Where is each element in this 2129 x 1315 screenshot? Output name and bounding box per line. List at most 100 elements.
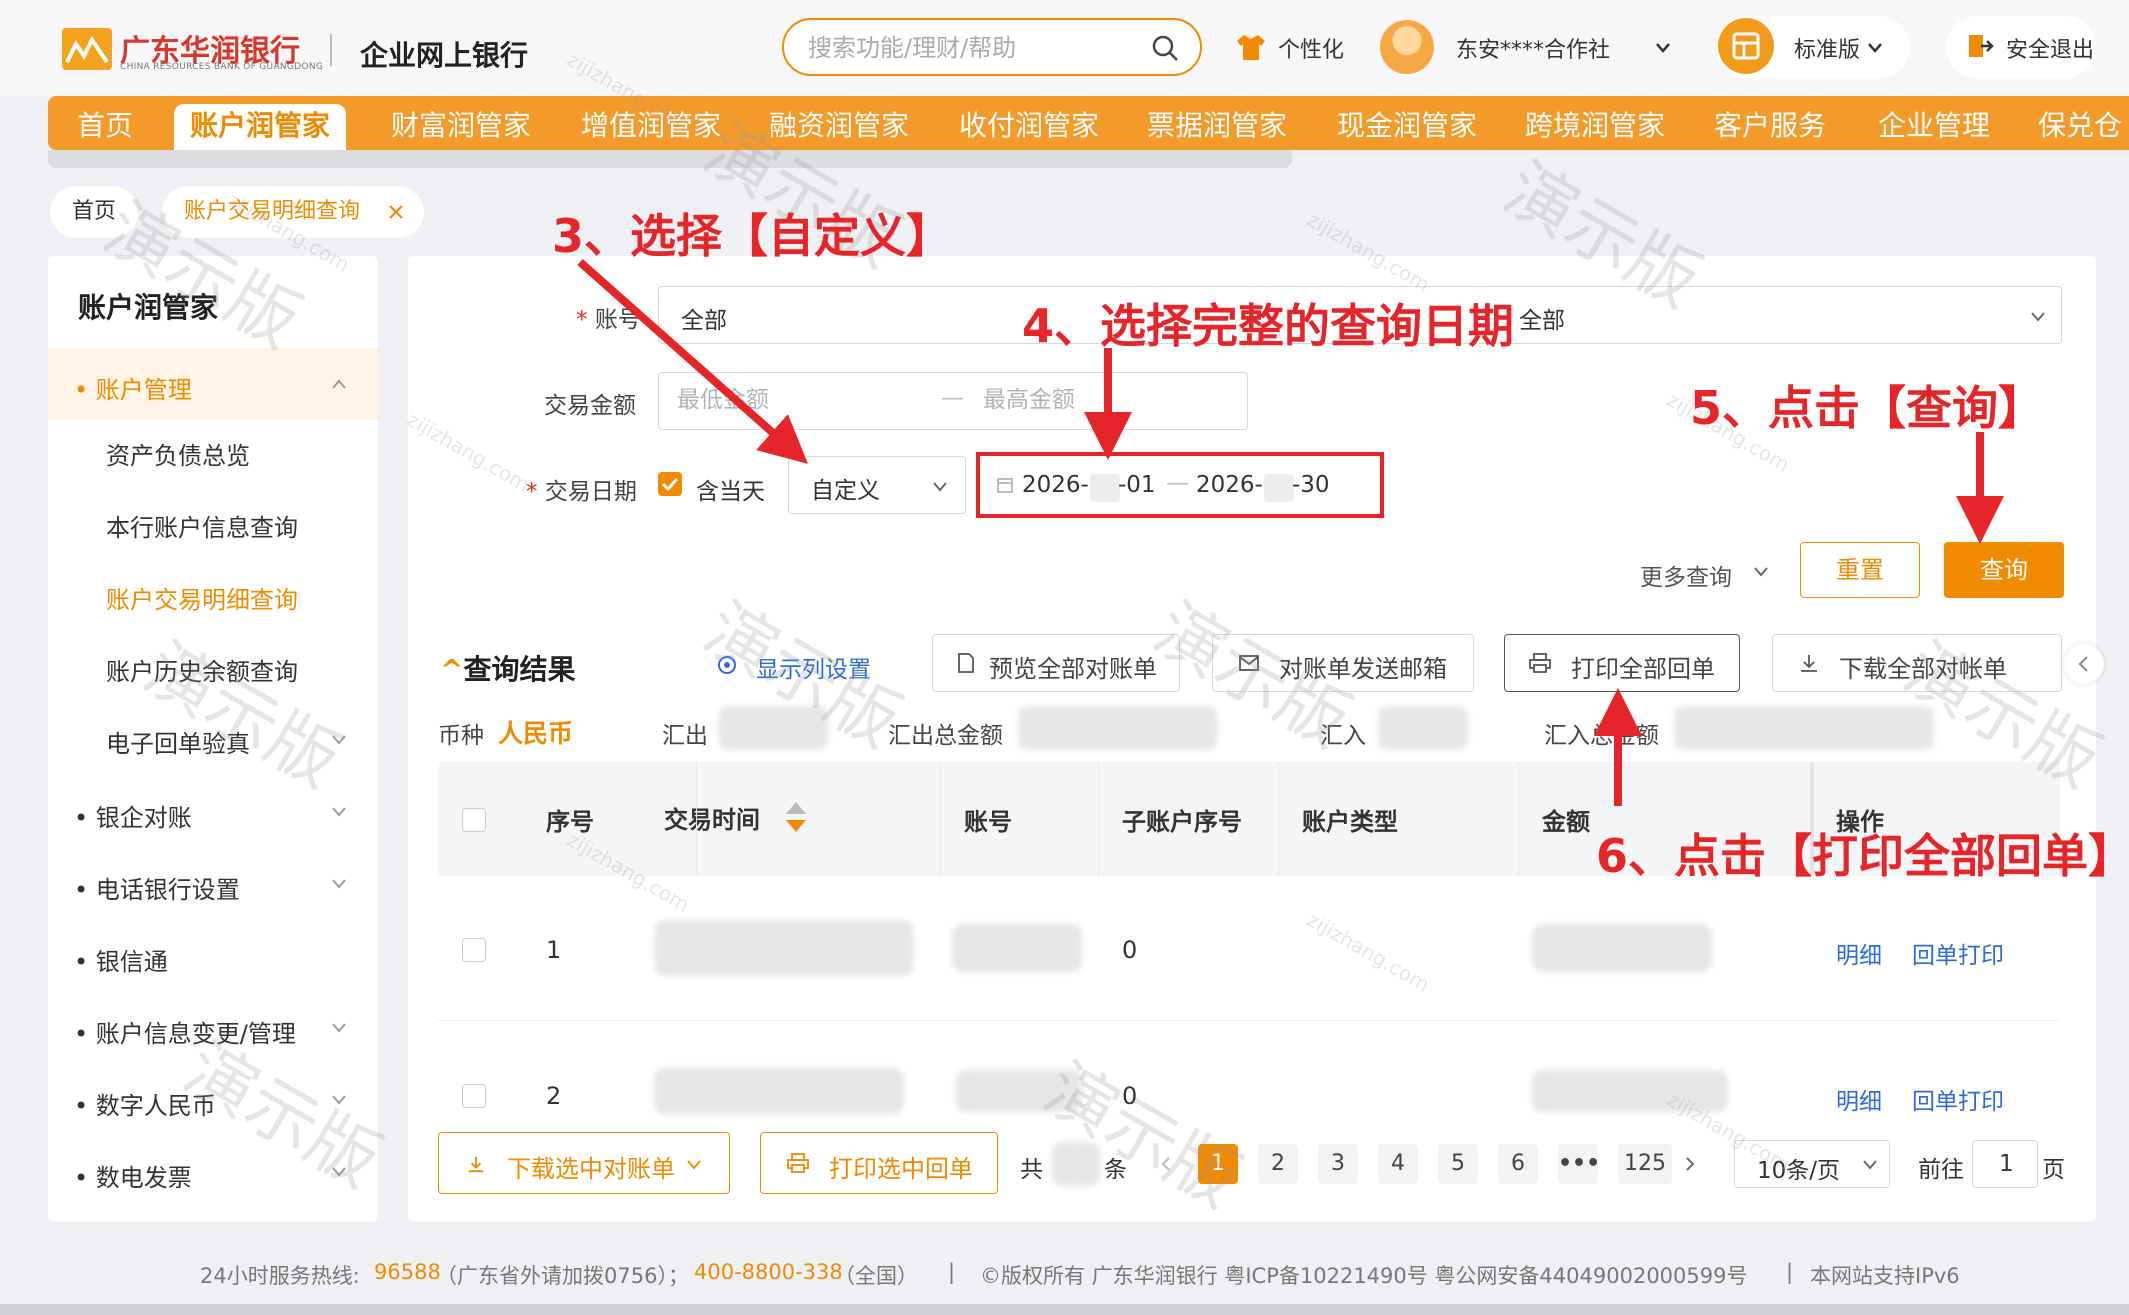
row-checkbox[interactable] <box>462 1084 486 1108</box>
footer-separator: | <box>948 1260 956 1284</box>
date-label: * 交易日期 <box>526 479 637 505</box>
top-header: 广东华润银行 CHINA RESOURCES BANK OF GUANGDONG… <box>0 0 2129 96</box>
page-5[interactable]: 5 <box>1438 1144 1478 1184</box>
col-account: 账号 <box>964 808 1012 836</box>
download-icon <box>468 1156 484 1173</box>
sidebar-item-account-info[interactable]: 本行账户信息查询 <box>106 508 298 543</box>
sidebar-item-asset-overview[interactable]: 资产负债总览 <box>106 436 250 471</box>
more-query-toggle[interactable]: 更多查询 <box>1640 558 1732 592</box>
account-select-value: 全部 <box>681 308 727 334</box>
goto-suffix: 页 <box>2042 1157 2065 1183</box>
chevron-down-icon[interactable] <box>1866 42 1884 54</box>
sidebar-group-phone-banking[interactable]: • 电话银行设置 <box>74 870 240 905</box>
col-divider <box>696 762 697 876</box>
personalize-link[interactable]: 个性化 <box>1278 32 1344 64</box>
chevron-down-icon[interactable] <box>1752 566 1770 578</box>
nav-guarantee[interactable]: 保兑仓 <box>2038 104 2129 150</box>
main-nav: 首页 账户润管家 财富润管家 增值润管家 融资润管家 收付润管家 票据润管家 现… <box>48 96 2129 150</box>
row-print-receipt-link[interactable]: 回单打印 <box>1912 1082 2004 1116</box>
close-icon[interactable] <box>388 204 404 220</box>
annotation-step-4: 4、选择完整的查询日期 <box>1022 299 1515 353</box>
footer-separator: | <box>1786 1260 1794 1284</box>
account-type-value: 全部 <box>1519 308 1565 334</box>
sort-icon[interactable] <box>784 800 808 834</box>
print-selected-button[interactable]: 打印选中回单 <box>760 1132 998 1194</box>
include-today-checkbox[interactable] <box>658 472 682 496</box>
logout-label[interactable]: 安全退出 <box>2006 32 2094 64</box>
download-selected-button[interactable]: 下载选中对账单 <box>438 1132 730 1194</box>
shirt-icon[interactable] <box>1236 32 1266 62</box>
chevron-down-icon[interactable] <box>330 806 348 818</box>
sidebar-group-bank-reconciliation[interactable]: • 银企对账 <box>74 798 192 833</box>
goto-page-input[interactable]: 1 <box>1972 1140 2038 1188</box>
col-account-type: 账户类型 <box>1302 808 1398 836</box>
col-divider <box>1518 762 1519 876</box>
max-amount-input[interactable] <box>983 387 1223 413</box>
sidebar-group-label[interactable]: • 账户管理 <box>74 370 192 405</box>
hotline-1[interactable]: 96588 <box>374 1260 441 1284</box>
logout-icon[interactable] <box>1966 32 1994 60</box>
chevron-up-icon[interactable] <box>330 378 348 390</box>
nav-wealth[interactable]: 财富润管家 <box>386 104 536 150</box>
nav-scrollbar[interactable] <box>48 150 1292 168</box>
sidebar-item-transaction-detail[interactable]: 账户交易明细查询 <box>106 580 298 615</box>
hotline-1-note: （广东省外请加拨0756）； <box>436 1264 689 1288</box>
page-4[interactable]: 4 <box>1378 1144 1418 1184</box>
select-all-checkbox[interactable] <box>462 808 486 832</box>
chevron-down-icon[interactable] <box>330 1022 348 1034</box>
annotation-step-5: 5、点击【查询】 <box>1690 381 2045 435</box>
chevron-down-icon[interactable] <box>931 481 949 493</box>
chevron-down-icon[interactable] <box>330 878 348 890</box>
chevron-left-icon <box>2078 656 2088 672</box>
chevron-down-icon[interactable] <box>2029 311 2047 323</box>
amount-separator: — <box>941 385 964 411</box>
page-125[interactable]: 125 <box>1618 1144 1672 1184</box>
chevron-down-icon[interactable] <box>1654 42 1672 54</box>
annotation-step-3: 3、选择【自定义】 <box>552 209 953 263</box>
page-ellipsis[interactable]: ••• <box>1558 1144 1600 1184</box>
row-checkbox[interactable] <box>462 938 486 962</box>
avatar[interactable] <box>1380 20 1434 74</box>
document-icon <box>958 653 974 673</box>
query-button[interactable]: 查询 <box>1944 542 2064 598</box>
reset-button[interactable]: 重置 <box>1800 542 1920 598</box>
amount-range: — <box>658 372 1248 430</box>
row-detail-link[interactable]: 明细 <box>1836 936 1882 970</box>
col-trans-time[interactable]: 交易时间 <box>664 800 760 835</box>
hotline-label: 24小时服务热线: <box>200 1264 360 1288</box>
chevron-right-icon[interactable] <box>1684 1156 1696 1172</box>
check-icon <box>661 477 679 492</box>
page-6[interactable]: 6 <box>1498 1144 1538 1184</box>
search-box[interactable] <box>782 18 1202 76</box>
scroll-left-button[interactable] <box>2064 644 2104 684</box>
row-detail-link[interactable]: 明细 <box>1836 1082 1882 1116</box>
search-input[interactable] <box>808 32 1128 64</box>
results-title: ^查询结果 <box>440 653 576 686</box>
nav-customer-service[interactable]: 客户服务 <box>1710 104 1830 150</box>
user-name[interactable]: 东安****合作社 <box>1456 32 1610 64</box>
row-print-receipt-link[interactable]: 回单打印 <box>1912 936 2004 970</box>
min-amount-input[interactable] <box>677 387 917 413</box>
page-scrollbar[interactable] <box>0 1304 2129 1315</box>
include-today-label[interactable]: 含当天 <box>696 472 765 506</box>
sidebar-group-yinxintong[interactable]: • 银信通 <box>74 942 168 977</box>
nav-enterprise[interactable]: 企业管理 <box>1872 104 1996 150</box>
page-3[interactable]: 3 <box>1318 1144 1358 1184</box>
hotline-2[interactable]: 400-8800-338 <box>694 1260 843 1284</box>
print-all-receipts-button[interactable]: 打印全部回单 <box>1504 634 1740 692</box>
chevron-down-icon[interactable] <box>685 1159 703 1171</box>
out-total-value-masked <box>1018 706 1218 750</box>
search-icon[interactable] <box>1150 33 1180 63</box>
nav-cash[interactable]: 现金润管家 <box>1332 104 1482 150</box>
total-prefix: 共 <box>1020 1157 1043 1183</box>
nav-account-manager[interactable]: 账户润管家 <box>174 104 346 150</box>
date-mode-select[interactable]: 自定义 <box>788 456 966 514</box>
nav-payments[interactable]: 收付润管家 <box>954 104 1104 150</box>
nav-home[interactable]: 首页 <box>60 104 150 150</box>
chevron-down-icon[interactable] <box>1861 1159 1879 1171</box>
page-2[interactable]: 2 <box>1258 1144 1298 1184</box>
sidebar-group-e-invoice[interactable]: • 数电发票 <box>74 1158 192 1193</box>
sidebar-group-label: 电话银行设置 <box>95 876 240 904</box>
version-label[interactable]: 标准版 <box>1794 32 1860 64</box>
nav-bills[interactable]: 票据润管家 <box>1142 104 1292 150</box>
